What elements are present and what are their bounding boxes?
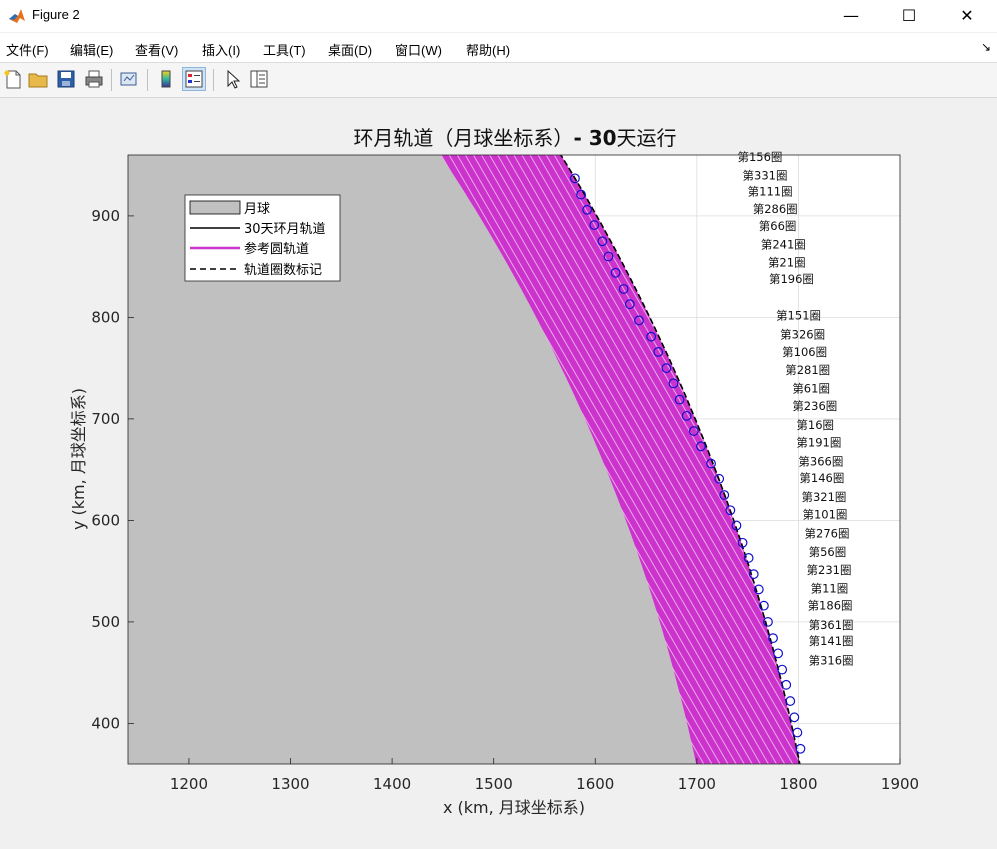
print-icon[interactable] [83, 68, 105, 90]
x-axis-label: x (km, 月球坐标系) [443, 798, 585, 817]
menu-file[interactable]: 文件(F) [6, 40, 49, 59]
orbit-count-label: 第146圈 [799, 471, 844, 485]
orbit-count-label: 第101圈 [802, 507, 847, 521]
toolbar-separator [111, 69, 112, 91]
orbit-count-label: 第141圈 [809, 634, 854, 648]
legend-label-orbit: 30天环月轨道 [244, 222, 326, 237]
y-tick-label: 400 [91, 714, 120, 732]
x-tick-label: 1800 [779, 775, 817, 793]
orbit-count-label: 第191圈 [796, 435, 841, 449]
orbit-count-label: 第11圈 [811, 581, 849, 595]
legend: 月球 30天环月轨道 参考圆轨道 轨道圈数标记 [184, 194, 341, 282]
orbit-count-label: 第241圈 [761, 237, 806, 251]
orbit-count-label: 第331圈 [743, 168, 788, 182]
toolbar-separator [147, 69, 148, 91]
orbit-count-label: 第21圈 [768, 256, 806, 270]
matlab-logo-icon [8, 7, 26, 25]
menu-insert[interactable]: 插入(I) [202, 40, 240, 59]
x-tick-label: 1200 [170, 775, 208, 793]
menu-tools[interactable]: 工具(T) [263, 40, 306, 59]
orbit-count-label: 第186圈 [808, 599, 853, 613]
toolbar [0, 63, 997, 98]
orbit-count-label: 第66圈 [759, 219, 797, 233]
orbit-count-label: 第236圈 [792, 399, 837, 413]
y-tick-label: 800 [91, 308, 120, 326]
y-tick-label: 900 [91, 207, 120, 225]
legend-label-reference: 参考圆轨道 [244, 241, 309, 257]
orbit-count-label: 第61圈 [792, 382, 830, 396]
x-tick-label: 1500 [475, 775, 513, 793]
title-bar: Figure 2 — ☐ ✕ [0, 0, 997, 32]
y-tick-label: 600 [91, 511, 120, 529]
orbit-count-label: 第281圈 [785, 363, 830, 377]
orbit-count-label: 第156圈 [737, 150, 782, 164]
orbit-count-label: 第56圈 [809, 545, 847, 559]
orbit-count-label: 第111圈 [748, 185, 793, 199]
y-axis-label: y (km, 月球坐标系) [69, 388, 88, 530]
new-figure-icon[interactable] [2, 68, 24, 90]
orbit-count-label: 第16圈 [796, 418, 834, 432]
menu-window[interactable]: 窗口(W) [395, 40, 442, 59]
menu-bar: 文件(F) 编辑(E) 查看(V) 插入(I) 工具(T) 桌面(D) 窗口(W… [0, 33, 997, 63]
legend-label-markers: 轨道圈数标记 [244, 263, 322, 278]
y-tick-label: 500 [91, 613, 120, 631]
orbit-count-label: 第316圈 [809, 654, 854, 668]
menu-edit[interactable]: 编辑(E) [70, 40, 113, 59]
close-button[interactable]: ✕ [938, 0, 996, 32]
orbit-count-label: 第106圈 [782, 345, 827, 359]
orbit-count-label: 第326圈 [780, 328, 825, 342]
minimize-button[interactable]: — [822, 0, 880, 32]
legend-icon[interactable] [182, 67, 206, 91]
menu-expand-icon[interactable]: ↘ [981, 40, 991, 54]
open-file-icon[interactable] [27, 68, 49, 90]
orbit-count-label: 第286圈 [753, 202, 798, 216]
figure-canvas: 1200 1300 1400 1500 1600 1700 1800 1900 400 500 60… [0, 98, 997, 845]
orbit-chart: 1200 1300 1400 1500 1600 1700 1800 1900 400 500 60… [69, 126, 919, 817]
orbit-count-label: 第321圈 [801, 490, 846, 504]
colorbar-icon[interactable] [155, 68, 177, 90]
orbit-count-label: 第196圈 [769, 272, 814, 286]
link-plot-icon[interactable] [118, 68, 140, 90]
orbit-count-label: 第231圈 [807, 563, 852, 577]
pointer-icon[interactable] [222, 68, 244, 90]
menu-view[interactable]: 查看(V) [135, 40, 178, 59]
save-icon[interactable] [55, 68, 77, 90]
x-tick-label: 1600 [576, 775, 614, 793]
menu-desktop[interactable]: 桌面(D) [328, 40, 372, 59]
legend-label-moon: 月球 [244, 202, 270, 217]
x-tick-label: 1300 [271, 775, 309, 793]
x-tick-label: 1400 [373, 775, 411, 793]
y-tick-label: 700 [91, 410, 120, 428]
window-title: Figure 2 [32, 7, 80, 22]
legend-swatch-moon [189, 200, 241, 215]
x-tick-label: 1700 [678, 775, 716, 793]
orbit-count-label: 第366圈 [798, 455, 843, 469]
chart-title: 环月轨道（月球坐标系）- 30天运行 [353, 126, 676, 150]
x-tick-label: 1900 [881, 775, 919, 793]
property-inspector-icon[interactable] [248, 68, 270, 90]
orbit-count-label: 第361圈 [809, 618, 854, 632]
maximize-button[interactable]: ☐ [880, 0, 938, 32]
menu-help[interactable]: 帮助(H) [466, 40, 510, 59]
orbit-count-label: 第151圈 [776, 308, 821, 322]
orbit-count-label: 第276圈 [805, 527, 850, 541]
toolbar-separator [213, 69, 214, 91]
